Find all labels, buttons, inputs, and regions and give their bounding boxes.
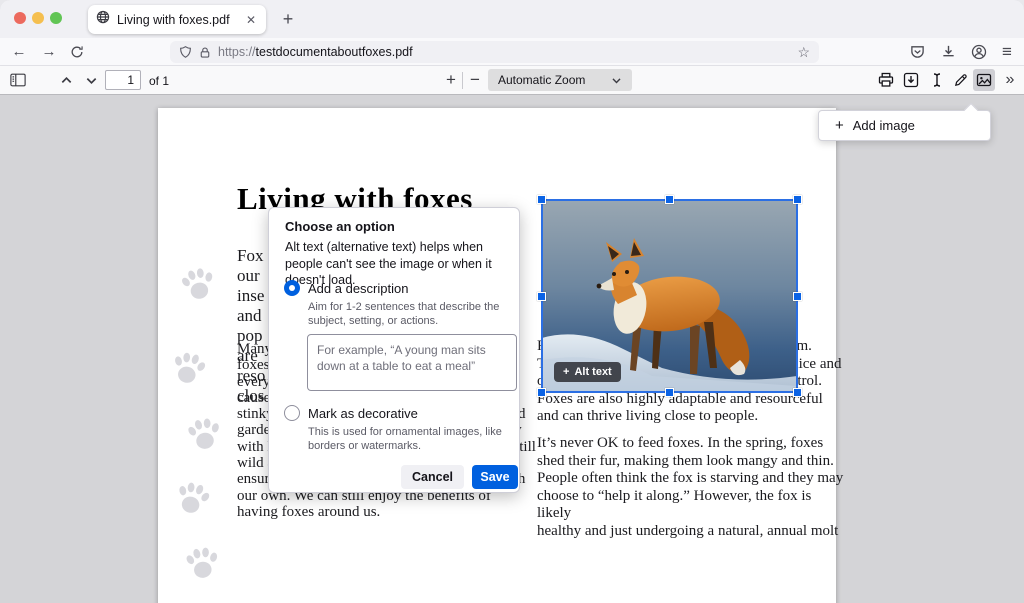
tab-close-icon[interactable]: ✕	[244, 13, 258, 27]
selection-handle-se[interactable]	[793, 388, 802, 397]
add-image-tool-icon[interactable]	[973, 69, 995, 91]
draw-pencil-icon[interactable]	[949, 69, 971, 91]
alt-text-button[interactable]: + Alt text	[554, 362, 621, 382]
menu-hamburger-icon[interactable]: ≡	[996, 41, 1018, 63]
toolbar-divider	[462, 72, 463, 89]
dialog-title: Choose an option	[285, 219, 395, 234]
window-zoom-button[interactable]	[50, 12, 62, 24]
tab-bar: Living with foxes.pdf ✕ +	[0, 0, 1024, 38]
print-icon[interactable]	[875, 69, 897, 91]
selection-handle-nw[interactable]	[537, 195, 546, 204]
doc-line: and can thrive living close to people.	[537, 408, 842, 426]
window-close-button[interactable]	[14, 12, 26, 24]
selection-handle-e[interactable]	[793, 292, 802, 301]
doc-line: healthy and just undergoing a natural, a…	[537, 523, 847, 541]
doc-line: Fox	[237, 246, 265, 266]
add-description-radio[interactable]	[284, 280, 300, 296]
cancel-button[interactable]: Cancel	[401, 465, 464, 489]
mark-decorative-radio[interactable]	[284, 405, 300, 421]
url-text: https://testdocumentaboutfoxes.pdf	[218, 45, 790, 59]
alt-text-dialog: Choose an option Alt text (alternative t…	[268, 207, 520, 493]
toolbar-more-icon[interactable]: »	[999, 69, 1021, 91]
mark-decorative-help: This is used for ornamental images, like…	[308, 425, 520, 453]
chevron-down-icon	[611, 75, 622, 86]
globe-icon	[96, 10, 110, 29]
next-page-icon[interactable]	[80, 69, 102, 91]
mark-decorative-label[interactable]: Mark as decorative	[308, 406, 418, 421]
zoom-select-value: Automatic Zoom	[498, 73, 585, 87]
url-scheme: https://	[218, 45, 256, 59]
pocket-icon[interactable]	[906, 41, 928, 63]
paw-print-icon	[170, 476, 214, 522]
navigation-toolbar: ← → https://testdocumentaboutfoxes.pdf ☆	[0, 38, 1024, 66]
fox-image[interactable]: + Alt text	[542, 200, 797, 392]
alt-text-input[interactable]	[307, 334, 517, 391]
page-number-input[interactable]	[105, 70, 141, 90]
bookmark-star-icon[interactable]: ☆	[797, 44, 810, 61]
browser-tab[interactable]: Living with foxes.pdf ✕	[88, 5, 266, 34]
url-bar[interactable]: https://testdocumentaboutfoxes.pdf ☆	[170, 41, 819, 63]
back-button[interactable]: ←	[8, 41, 30, 63]
lock-icon[interactable]	[199, 46, 211, 59]
url-host: testdocumentaboutfoxes.pdf	[256, 45, 413, 59]
window-minimize-button[interactable]	[32, 12, 44, 24]
add-description-label[interactable]: Add a description	[308, 281, 408, 296]
doc-line: It’s never OK to feed foxes. In the spri…	[537, 435, 847, 453]
doc-line: and	[237, 306, 265, 326]
shield-icon[interactable]	[179, 45, 192, 59]
zoom-in-icon[interactable]: +	[440, 69, 462, 91]
doc-line: having foxes around us.	[237, 504, 547, 520]
doc-line: shed their fur, making them look mangy a…	[537, 453, 847, 471]
doc-line: our	[237, 266, 265, 286]
sidebar-toggle-icon[interactable]	[7, 69, 29, 91]
plus-icon: +	[563, 366, 569, 378]
doc-line: People often think the fox is starving a…	[537, 470, 847, 488]
doc-line: inse	[237, 286, 265, 306]
selection-handle-s[interactable]	[665, 388, 674, 397]
selection-handle-sw[interactable]	[537, 388, 546, 397]
account-icon[interactable]	[968, 41, 990, 63]
add-image-label: Add image	[853, 118, 915, 133]
reload-button[interactable]	[66, 41, 88, 63]
add-description-help: Aim for 1-2 sentences that describe the …	[308, 300, 508, 328]
save-button[interactable]: Save	[472, 465, 518, 489]
save-file-icon[interactable]	[900, 69, 922, 91]
right-column-paragraph-2: It’s never OK to feed foxes. In the spri…	[537, 435, 847, 540]
paw-print-icon	[166, 347, 209, 392]
selection-handle-n[interactable]	[665, 195, 674, 204]
paw-print-icon	[183, 413, 225, 457]
pdf-toolbar: of 1 + − Automatic Zoom	[0, 66, 1024, 95]
selection-handle-ne[interactable]	[793, 195, 802, 204]
plus-icon: +	[835, 117, 844, 134]
alt-text-button-label: Alt text	[574, 366, 611, 378]
paw-print-icon	[182, 543, 223, 586]
page-count-label: of 1	[149, 74, 169, 88]
downloads-icon[interactable]	[937, 41, 959, 63]
new-tab-button[interactable]: +	[276, 8, 300, 32]
paw-print-icon	[176, 262, 220, 308]
add-image-popup[interactable]: + Add image	[818, 110, 991, 141]
previous-page-icon[interactable]	[55, 69, 77, 91]
selection-handle-w[interactable]	[537, 292, 546, 301]
doc-line: choose to “help it along.” However, the …	[537, 488, 847, 523]
zoom-select[interactable]: Automatic Zoom	[488, 69, 632, 91]
tab-title: Living with foxes.pdf	[117, 13, 237, 27]
browser-window: Living with foxes.pdf ✕ + ← → https:/	[0, 0, 1024, 603]
text-select-icon[interactable]	[926, 69, 948, 91]
forward-button[interactable]: →	[38, 41, 60, 63]
zoom-out-icon[interactable]: −	[464, 69, 486, 91]
